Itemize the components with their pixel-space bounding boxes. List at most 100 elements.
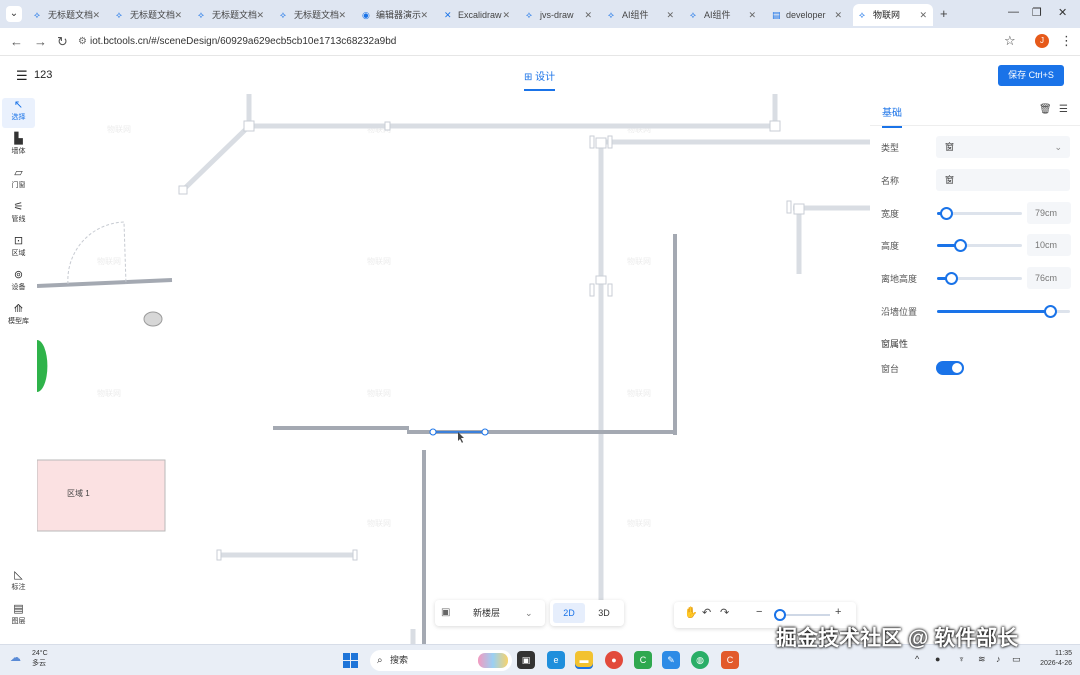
zoom-in-button[interactable]: + <box>835 606 841 618</box>
tray-expand-icon[interactable]: ^ <box>915 654 919 664</box>
minimize-icon[interactable]: — <box>1008 6 1019 18</box>
area-region[interactable] <box>37 459 166 532</box>
zoom-slider-thumb[interactable] <box>773 609 786 621</box>
save-button[interactable]: 保存 Ctrl+S <box>998 65 1064 86</box>
volume-icon[interactable]: ♪ <box>996 654 1001 664</box>
door-swing-arc[interactable] <box>67 221 127 285</box>
pipe-joint[interactable] <box>216 549 222 561</box>
browser-tab[interactable]: ⟡ 物联网 ✕ <box>853 4 933 26</box>
elevation-slider[interactable] <box>937 272 1022 285</box>
pipe-joint[interactable] <box>589 283 595 297</box>
tab-close-icon[interactable]: ✕ <box>584 4 592 26</box>
view-3d-button[interactable]: 3D <box>588 603 620 623</box>
pipe-joint[interactable] <box>352 549 358 561</box>
width-slider[interactable] <box>937 207 1022 220</box>
device-sensor[interactable] <box>143 311 163 327</box>
tab-close-icon[interactable]: ✕ <box>748 4 756 26</box>
pipe-joint[interactable] <box>178 185 188 195</box>
tool-device[interactable]: ⊚ 设备 <box>2 268 35 298</box>
sill-toggle[interactable] <box>936 361 964 375</box>
wifi-icon[interactable]: ≋ <box>978 654 986 665</box>
height-value[interactable]: 10cm <box>1027 234 1071 256</box>
forward-icon[interactable]: → <box>34 34 47 49</box>
browser-tab[interactable]: ▤ developer ✕ <box>766 4 848 26</box>
tab-close-icon[interactable]: ✕ <box>502 4 510 26</box>
position-slider[interactable] <box>937 305 1070 318</box>
browser-tab[interactable]: ⟡ 无标题文档 ✕ <box>274 4 352 26</box>
height-slider-thumb[interactable] <box>953 239 967 252</box>
menu-icon[interactable]: ☰ <box>16 68 28 84</box>
wall-network[interactable] <box>37 234 677 644</box>
battery-icon[interactable]: ▭ <box>1012 654 1021 665</box>
tab-close-icon[interactable]: ✕ <box>420 4 428 26</box>
tab-close-icon[interactable]: ✕ <box>666 4 674 26</box>
elevation-slider-thumb[interactable] <box>944 272 958 285</box>
tray-app-icon[interactable]: ● <box>935 654 940 664</box>
pipe-joint[interactable] <box>607 135 613 149</box>
tool-door[interactable]: ▱ 门窗 <box>2 166 35 196</box>
browser-tab[interactable]: ✕ Excalidraw ✕ <box>438 4 516 26</box>
back-icon[interactable]: ← <box>10 34 23 49</box>
tab-close-icon[interactable]: ✕ <box>256 4 264 26</box>
tab-basic[interactable]: 基础 <box>882 104 902 128</box>
tab-close-icon[interactable]: ✕ <box>834 4 842 26</box>
position-slider-thumb[interactable] <box>1044 305 1058 318</box>
view-2d-button[interactable]: 2D <box>553 603 585 623</box>
pipe-joint[interactable] <box>786 200 792 214</box>
window-handle-right[interactable] <box>481 428 489 436</box>
floor-selector[interactable]: ▣ 新楼层 ⌄ <box>435 600 545 626</box>
type-select[interactable]: 窗 ⌄ <box>936 136 1070 158</box>
tool-pipe[interactable]: ⚟ 管线 <box>2 200 35 230</box>
browser-tab[interactable]: ◉ 编辑器演示 ✕ <box>356 4 434 26</box>
tool-select[interactable]: ↖ 选择 <box>2 98 35 128</box>
pipe-joint[interactable] <box>243 120 255 132</box>
name-input[interactable]: 窗 <box>936 169 1070 191</box>
wall-segment[interactable] <box>37 278 173 288</box>
zoom-out-button[interactable]: − <box>756 606 762 618</box>
windows-start-icon[interactable] <box>343 653 358 668</box>
width-value[interactable]: 79cm <box>1027 202 1071 224</box>
address-bar[interactable]: ⚙ iot.bctools.cn/#/sceneDesign/60929a629… <box>78 31 1028 53</box>
delete-icon[interactable]: 🗑 <box>1039 104 1052 115</box>
app-c-icon[interactable]: C <box>634 651 652 669</box>
pipe-joint[interactable] <box>769 120 781 132</box>
browser-tab[interactable]: ⟡ jvs-draw ✕ <box>520 4 598 26</box>
pipe-joint[interactable] <box>793 203 805 215</box>
height-slider[interactable] <box>937 239 1022 252</box>
microphone-icon[interactable]: ♆ <box>958 654 965 664</box>
edge-icon[interactable]: e <box>547 651 565 669</box>
tab-close-icon[interactable]: ✕ <box>174 4 182 26</box>
task-view-icon[interactable]: ▣ <box>517 651 535 669</box>
file-explorer-icon[interactable]: ▬ <box>575 651 593 669</box>
width-slider-thumb[interactable] <box>939 207 953 220</box>
green-device-marker[interactable] <box>37 340 48 392</box>
window-handle-left[interactable] <box>429 428 437 436</box>
tab-close-icon[interactable]: ✕ <box>338 4 346 26</box>
profile-avatar[interactable]: J <box>1035 34 1049 48</box>
design-canvas[interactable]: 物联网 物联网 物联网 物联网 物联网 物联网 物联网 物联网 物联网 物联网 … <box>37 94 870 644</box>
pipe-joint[interactable] <box>595 137 607 149</box>
tab-design[interactable]: ⊞ 设计 <box>524 68 556 91</box>
pipe-joint[interactable] <box>384 121 391 131</box>
tool-area[interactable]: ⊡ 区域 <box>2 234 35 264</box>
app-red-icon[interactable]: C <box>721 651 739 669</box>
restore-icon[interactable]: ❐ <box>1032 6 1042 19</box>
tool-wall[interactable]: ▙ 墙体 <box>2 132 35 162</box>
tab-close-icon[interactable]: ✕ <box>92 4 100 26</box>
tool-measure[interactable]: ◺ 标注 <box>2 568 35 598</box>
tab-list-menu-button[interactable]: ⌄ <box>6 6 22 22</box>
elevation-value[interactable]: 76cm <box>1027 267 1071 289</box>
taskbar-search[interactable]: ⌕ 搜索 <box>370 650 512 671</box>
undo-icon[interactable]: ↶ <box>702 606 711 619</box>
browser-tab[interactable]: ⟡ AI组件 ✕ <box>684 4 762 26</box>
browser-tab[interactable]: ⟡ 无标题文档 ✕ <box>192 4 270 26</box>
close-window-icon[interactable]: ✕ <box>1058 6 1067 19</box>
tool-model-library[interactable]: ⟰ 模型库 <box>2 302 35 332</box>
list-settings-icon[interactable]: ☰ <box>1059 104 1068 115</box>
browser-tab[interactable]: ⟡ AI组件 ✕ <box>602 4 680 26</box>
hand-pan-icon[interactable]: ✋ <box>684 606 698 619</box>
floorplan-drawing[interactable]: 物联网 物联网 物联网 物联网 物联网 物联网 物联网 物联网 物联网 物联网 … <box>37 94 870 644</box>
bookmark-star-icon[interactable]: ☆ <box>1004 33 1016 49</box>
browser-tab[interactable]: ⟡ 无标题文档 ✕ <box>28 4 106 26</box>
pipe-network[interactable] <box>181 94 870 644</box>
